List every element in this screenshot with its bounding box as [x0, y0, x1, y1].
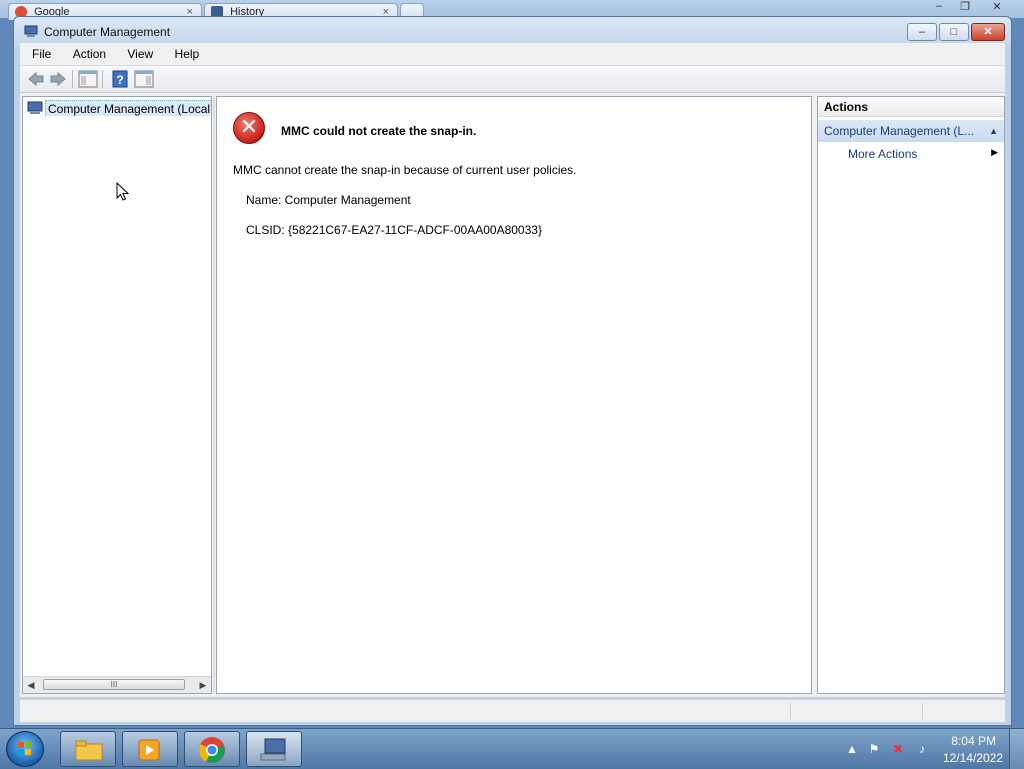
main-content: Computer Management (Local ◀ III ▶ ✕ MMC… [20, 93, 1005, 697]
more-actions-link[interactable]: More Actions [848, 147, 917, 161]
svg-text:?: ? [116, 73, 123, 87]
maximize-button[interactable]: □ [939, 23, 969, 41]
help-icon[interactable]: ? [110, 70, 130, 88]
chrome-icon [199, 737, 225, 763]
action-center-icon[interactable]: ⚑ [867, 742, 881, 756]
show-hide-action-pane-icon[interactable] [134, 70, 154, 88]
browser-restore-icon[interactable]: ❐ [954, 0, 976, 14]
error-snapin-name: Name: Computer Management [246, 193, 411, 207]
toolbar: ? [20, 66, 1005, 93]
start-button[interactable] [6, 731, 44, 767]
error-icon: ✕ [233, 112, 265, 144]
menu-bar: File Action View Help [20, 43, 1005, 66]
show-desktop-button[interactable] [1009, 729, 1024, 769]
scroll-left-icon[interactable]: ◀ [23, 677, 39, 693]
results-pane: ✕ MMC could not create the snap-in. MMC … [216, 96, 812, 694]
show-hide-console-tree-icon[interactable] [78, 70, 98, 88]
taskbar-media-player-button[interactable] [122, 731, 178, 767]
windows-logo-icon [18, 742, 31, 755]
error-title: MMC could not create the snap-in. [281, 124, 477, 138]
window-title: Computer Management [44, 25, 171, 39]
toolbar-separator [102, 70, 103, 88]
actions-pane: Actions Computer Management (L... ▲ More… [817, 96, 1005, 694]
back-arrow-icon[interactable] [26, 70, 46, 88]
folder-icon [75, 740, 103, 761]
menu-help[interactable]: Help [169, 43, 206, 65]
tree-item-computer-management[interactable]: Computer Management (Local [27, 100, 211, 116]
media-player-icon [138, 739, 160, 761]
status-bar [20, 699, 1005, 722]
computer-icon [27, 101, 43, 114]
network-disconnected-icon[interactable]: ✖ [891, 742, 905, 756]
actions-header: Actions [818, 97, 1004, 117]
taskbar-explorer-button[interactable] [60, 731, 116, 767]
collapse-up-icon[interactable]: ▲ [989, 120, 998, 142]
mouse-cursor-icon [116, 182, 130, 201]
forward-arrow-icon[interactable] [48, 70, 68, 88]
computer-management-window: Computer Management – □ ✕ File Action Vi… [13, 16, 1012, 726]
menu-action[interactable]: Action [67, 43, 112, 65]
browser-minimize-icon[interactable]: – [928, 0, 950, 14]
computer-management-icon [260, 738, 286, 761]
actions-section-label: Computer Management (L... [824, 124, 975, 138]
horizontal-scrollbar[interactable]: ◀ III ▶ [23, 676, 211, 693]
menu-view[interactable]: View [121, 43, 159, 65]
scroll-right-icon[interactable]: ▶ [195, 677, 211, 693]
error-clsid: CLSID: {58221C67-EA27-11CF-ADCF-00AA00A8… [246, 223, 542, 237]
actions-section-computer-management[interactable]: Computer Management (L... ▲ [818, 120, 1004, 142]
close-button[interactable]: ✕ [971, 23, 1005, 41]
volume-icon[interactable]: ♪ [915, 742, 929, 756]
status-divider [790, 703, 791, 719]
status-divider [922, 703, 923, 719]
browser-close-icon[interactable]: ✕ [986, 0, 1008, 14]
error-message: MMC cannot create the snap-in because of… [233, 163, 577, 177]
scrollbar-thumb[interactable]: III [43, 679, 185, 690]
submenu-arrow-icon: ▶ [991, 147, 998, 157]
tree-item-label: Computer Management (Local [45, 100, 211, 116]
minimize-button[interactable]: – [907, 23, 937, 41]
menu-file[interactable]: File [26, 43, 57, 65]
clock-time[interactable]: 8:04 PM [951, 734, 996, 748]
clock-date[interactable]: 12/14/2022 [943, 751, 1003, 765]
show-hidden-icons-icon[interactable]: ▲ [845, 742, 859, 756]
pane-splitter[interactable] [213, 96, 215, 694]
taskbar-chrome-button[interactable] [184, 731, 240, 767]
taskbar-computer-management-button[interactable] [246, 731, 302, 767]
toolbar-separator [72, 70, 73, 88]
taskbar: ▲ ⚑ ✖ ♪ 8:04 PM 12/14/2022 [0, 728, 1024, 769]
computer-management-icon [24, 25, 38, 37]
